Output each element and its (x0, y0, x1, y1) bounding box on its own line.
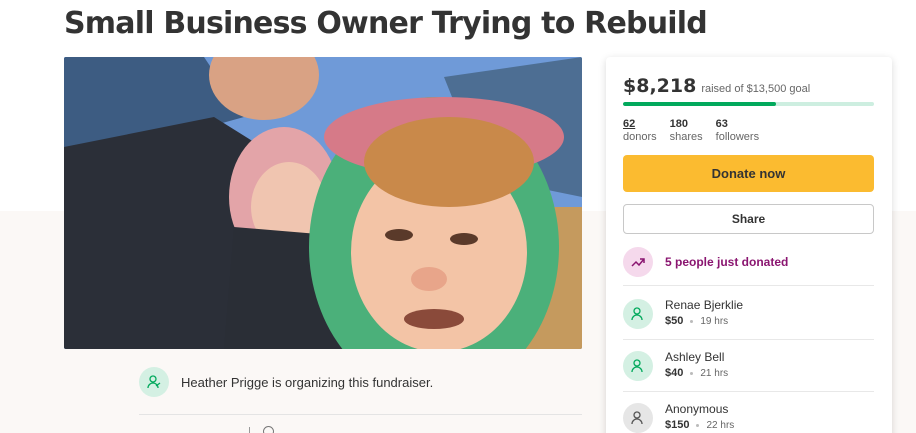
row-divider (623, 391, 874, 392)
separator-dot (690, 319, 694, 323)
trending-up-icon (623, 247, 653, 277)
donor-avatar-icon (623, 299, 653, 329)
donation-meta: $40 21 hrs (665, 367, 728, 379)
donor-name: Renae Bjerklie (665, 298, 744, 312)
share-button[interactable]: Share (623, 204, 874, 234)
campaign-meta-row (139, 424, 582, 433)
meta-separator (249, 427, 250, 433)
donation-info: Anonymous $150 22 hrs (665, 401, 734, 431)
organizer-text: Heather Prigge is organizing this fundra… (181, 374, 434, 390)
organizer-row: Heather Prigge is organizing this fundra… (139, 367, 433, 397)
stat-value: 63 (715, 118, 728, 130)
donation-amount: $150 (665, 419, 690, 431)
donation-amount: $40 (665, 367, 684, 379)
recent-donations-text: 5 people just donated (665, 255, 789, 269)
donation-amount: $50 (665, 315, 684, 327)
campaign-photo[interactable] (64, 57, 582, 349)
donor-avatar-icon (623, 351, 653, 381)
donation-info: Renae Bjerklie $50 19 hrs (665, 297, 743, 327)
row-divider (623, 339, 874, 340)
clock-icon (263, 426, 274, 433)
separator-dot (690, 371, 694, 375)
progress-fill (623, 102, 777, 106)
stat-value[interactable]: 62 (623, 118, 657, 131)
campaign-stats: 62 donors 180 shares 63 followers (623, 118, 772, 144)
stat-followers: 63 followers (716, 118, 759, 144)
donation-time: 19 hrs (700, 315, 729, 327)
stat-shares: 180 shares (670, 118, 703, 144)
donor-name: Anonymous (665, 402, 729, 416)
goal-text: raised of $13,500 goal (701, 83, 811, 95)
donation-item: Anonymous $150 22 hrs (623, 401, 734, 433)
donate-now-button[interactable]: Donate now (623, 155, 874, 192)
donation-time: 22 hrs (706, 419, 735, 431)
donor-name: Ashley Bell (665, 350, 725, 364)
stat-value: 180 (669, 118, 688, 130)
stat-label: donors (623, 131, 657, 143)
donation-info: Ashley Bell $40 21 hrs (665, 349, 728, 379)
stat-label: shares (669, 131, 703, 143)
donation-item: Ashley Bell $40 21 hrs (623, 349, 728, 381)
donation-meta: $150 22 hrs (665, 419, 734, 431)
campaign-photo-illustration (64, 57, 582, 349)
donation-card: $8,218 raised of $13,500 goal 62 donors … (606, 57, 892, 433)
anonymous-avatar-icon (623, 403, 653, 433)
stat-label: followers (715, 131, 760, 143)
page-title: Small Business Owner Trying to Rebuild (64, 6, 708, 41)
row-divider (623, 285, 874, 286)
amount-raised-row: $8,218 raised of $13,500 goal (623, 75, 810, 97)
amount-raised: $8,218 (623, 75, 697, 97)
stat-donors[interactable]: 62 donors (623, 118, 657, 144)
donation-time: 21 hrs (700, 367, 729, 379)
section-divider (139, 414, 582, 415)
recent-donations-notice: 5 people just donated (623, 247, 788, 277)
separator-dot (696, 423, 700, 427)
person-leaf-icon (139, 367, 169, 397)
progress-bar (623, 102, 874, 106)
donation-meta: $50 19 hrs (665, 315, 743, 327)
donation-item: Renae Bjerklie $50 19 hrs (623, 297, 743, 329)
